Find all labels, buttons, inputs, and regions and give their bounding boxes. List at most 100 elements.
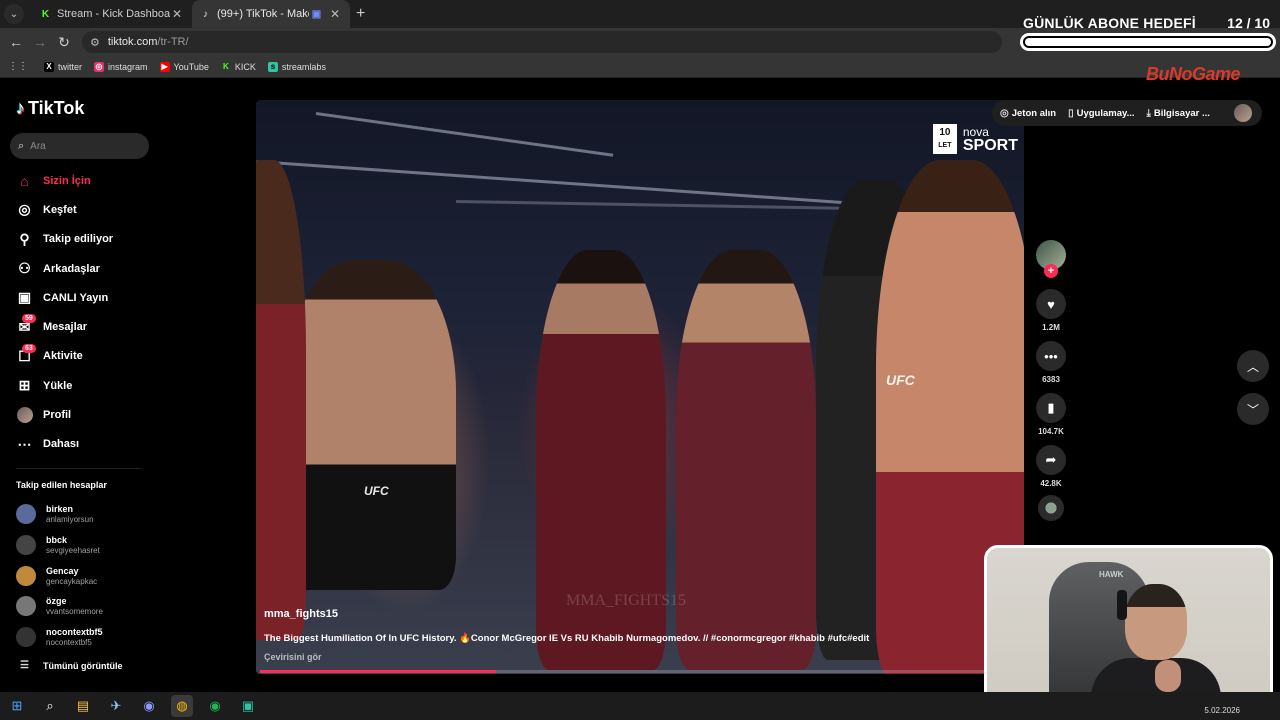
tiktok-icon: ♪ (16, 98, 25, 118)
avatar (16, 504, 36, 524)
nav-label: Arkadaşlar (43, 262, 100, 275)
search-input[interactable] (30, 140, 131, 152)
nav-item-for-you[interactable]: ⌂ Sizin İçin (0, 166, 160, 195)
bookmark-streamlabs[interactable]: s streamlabs (267, 61, 326, 72)
video-actions: + ♥ 1.2M ••• 6383 ▮ 104.7K ➦ 42.8K (1034, 240, 1068, 521)
address-bar[interactable]: ⚙ tiktok.com/tr-TR/ (82, 31, 1002, 53)
next-video-button[interactable]: ﹀ (1237, 393, 1269, 425)
account-handle: nocontextbf5 (46, 637, 92, 647)
followed-account[interactable]: özge vvantsomemore (16, 592, 146, 620)
see-all-link[interactable]: ☰ Tümünü görüntüle (20, 660, 122, 671)
desktop-app-button[interactable]: ⤓ Bilgisayar ... (1147, 108, 1210, 119)
nav-item-more[interactable]: ⋯ Dahası (0, 430, 160, 459)
app-icon[interactable]: ✈ (105, 695, 127, 717)
followed-account[interactable]: bbck sevgiyeehasret (16, 531, 146, 559)
new-tab-button[interactable]: + (356, 5, 365, 23)
bookmark-youtube[interactable]: ▶ YouTube (159, 61, 209, 72)
close-icon[interactable]: ✕ (328, 7, 342, 21)
desktop-app-label: Bilgisayar ... (1153, 107, 1210, 119)
tab-kick-dashboard[interactable]: K Stream - Kick Dashboard ✕ (32, 0, 192, 28)
tiktok-logo[interactable]: ♪ TikTok (16, 98, 84, 119)
get-app-button[interactable]: ▯ Uygulamay... (1068, 108, 1134, 119)
tab-tiktok[interactable]: ♪ (99+) TikTok - Make Your Da ▣ ✕ (192, 0, 350, 28)
nav-label: Sizin İçin (43, 174, 91, 187)
nav-item-messages[interactable]: ✉ 59 Mesajlar (0, 312, 160, 341)
x-icon: X (44, 61, 54, 72)
nav-item-activity[interactable]: ☐ 63 Aktivite (0, 342, 160, 371)
tiktok-sidebar: ♪TikTok ⌕ ⌂ Sizin İçin ◎ Keşfet ⚲ Takip edi… (0, 80, 160, 692)
bookmark-kick[interactable]: K KICK (221, 62, 256, 72)
share-icon[interactable]: ➦ (1036, 445, 1066, 475)
creator-avatar[interactable]: + (1036, 240, 1066, 278)
back-icon[interactable]: ← (4, 34, 28, 50)
upload-icon: ⊞ (18, 377, 31, 394)
nav-item-upload[interactable]: ⊞ Yükle (0, 371, 160, 400)
nav-item-profile[interactable]: Profil (0, 400, 160, 429)
nav-label: Keşfet (43, 203, 77, 216)
music-disc-icon[interactable] (1038, 495, 1064, 521)
goal-counter: 12 / 10 (1227, 15, 1270, 31)
nav-item-following[interactable]: ⚲ Takip ediliyor (0, 225, 160, 254)
brand-logo: BuNoGame (1146, 64, 1241, 84)
followed-account[interactable]: nocontextbf5 nocontextbf5 (16, 623, 146, 651)
kick-icon: K (41, 8, 50, 20)
chrome-icon[interactable]: ◍ (171, 695, 193, 717)
apps-icon[interactable]: ⋮⋮ (8, 61, 28, 72)
goal-target: / 10 (1246, 15, 1270, 31)
arena-rail (315, 112, 614, 157)
comment-action[interactable]: ••• 6383 (1034, 341, 1068, 387)
search-icon[interactable]: ⌕ (39, 695, 61, 717)
nav-label: Aktivite (43, 350, 83, 363)
save-count: 104.7K (1038, 427, 1064, 436)
activity-badge: 63 (22, 343, 36, 353)
video-progress-bar[interactable] (260, 670, 1020, 673)
get-coins-button[interactable]: ◎ Jeton alın (1000, 108, 1056, 119)
ufc-logo: UFC (364, 484, 389, 498)
get-app-label: Uygulamay... (1076, 107, 1135, 119)
like-action[interactable]: ♥ 1.2M (1034, 289, 1068, 335)
bookmark-icon[interactable]: ▮ (1036, 393, 1066, 423)
windows-start-icon[interactable]: ⊞ (6, 695, 28, 717)
avatar (16, 566, 36, 586)
logo-text: TikTok (28, 98, 85, 118)
previous-video-button[interactable]: ︿ (1237, 350, 1269, 382)
broadcaster-name-bottom: SPORT (962, 137, 1018, 154)
nav-item-live[interactable]: ▣ CANLI Yayın (0, 283, 160, 312)
streamlabs-icon[interactable]: ▣ (237, 695, 259, 717)
share-action[interactable]: ➦ 42.8K (1034, 445, 1068, 491)
broadcaster-logo: 10 LET nova SPORT (932, 124, 1018, 154)
bookmark-label: instagram (108, 61, 148, 72)
file-explorer-icon[interactable]: ▤ (72, 695, 94, 717)
followed-account[interactable]: birken anlamiyorsun (16, 500, 146, 528)
chevron-up-icon: ︿ (1246, 359, 1259, 374)
search-box[interactable]: ⌕ (10, 133, 149, 159)
profile-icon (16, 407, 33, 424)
account-handle: sevgiyeehasret (46, 545, 100, 555)
user-avatar[interactable] (1234, 104, 1252, 122)
followed-account[interactable]: Gencay gencaykapkac (16, 562, 146, 590)
reload-icon[interactable]: ↻ (52, 34, 76, 51)
tab-search-icon[interactable]: ⌄ (4, 4, 24, 24)
bookmark-label: YouTube (173, 61, 209, 72)
bookmark-twitter[interactable]: Xtwitter (44, 61, 82, 72)
comment-icon[interactable]: ••• (1036, 341, 1066, 371)
close-icon[interactable]: ✕ (170, 7, 184, 21)
get-coins-label: Jeton alın (1011, 107, 1057, 119)
see-translation-link[interactable]: Çevirisini gör (264, 652, 322, 662)
bookmark-instagram[interactable]: ◎ instagram (94, 61, 148, 72)
video-author[interactable]: mma_fights15 (264, 608, 338, 620)
nav-label: Yükle (43, 379, 73, 392)
follow-plus-icon[interactable]: + (1044, 264, 1058, 278)
heart-icon[interactable]: ♥ (1036, 289, 1066, 319)
webcam-overlay: HAWK (984, 545, 1273, 709)
video-player[interactable]: UFC UFC 10 LET nova SPORT MMA_FIGHTS15 mma… (256, 100, 1024, 674)
nav-item-explore[interactable]: ◎ Keşfet (0, 195, 160, 224)
goal-title: GÜNLÜK ABONE HEDEFİ (1023, 15, 1196, 31)
discord-icon[interactable]: ◉ (138, 695, 160, 717)
nav-item-friends[interactable]: ⚇ Arkadaşlar (0, 254, 160, 283)
save-action[interactable]: ▮ 104.7K (1034, 393, 1068, 439)
spotify-icon[interactable]: ◉ (204, 695, 226, 717)
site-info-icon[interactable]: ⚙ (90, 36, 100, 49)
forward-icon[interactable]: → (28, 34, 52, 50)
chevron-down-icon: ﹀ (1246, 402, 1259, 417)
